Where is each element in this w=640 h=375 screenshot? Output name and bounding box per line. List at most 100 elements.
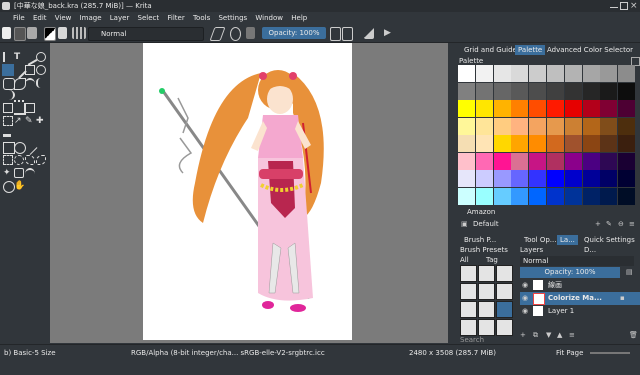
freehand-select-icon[interactable] [36, 155, 46, 165]
palette-swatch[interactable] [458, 187, 475, 205]
add-layer-icon[interactable]: + [520, 331, 526, 339]
brush-preset[interactable] [460, 319, 477, 336]
close-icon[interactable]: × [630, 2, 638, 11]
menu-filter[interactable]: Filter [167, 12, 184, 24]
lock-icon[interactable]: ▪ [620, 294, 625, 303]
minimize-icon[interactable] [610, 2, 618, 8]
palette-swatch[interactable] [511, 135, 529, 152]
tab-layers[interactable]: La... [557, 235, 578, 245]
palette-swatch[interactable] [564, 100, 582, 117]
palette-swatch[interactable] [529, 82, 547, 100]
menu-select[interactable]: Select [138, 12, 160, 24]
menu-help[interactable]: Help [291, 12, 307, 24]
tab-advanced-color-selector[interactable]: Advanced Color Selector [544, 45, 636, 55]
menu-edit[interactable]: Edit [33, 12, 47, 24]
palette-swatch[interactable] [564, 82, 582, 100]
palette-swatch[interactable] [493, 152, 511, 170]
palette-swatch[interactable] [475, 117, 493, 135]
palette-swatch[interactable] [511, 187, 529, 205]
palette-swatch[interactable] [564, 135, 582, 152]
brush-status[interactable]: b) Basic-5 Size [4, 348, 56, 358]
palette-swatch[interactable] [511, 82, 529, 100]
menu-tools[interactable]: Tools [193, 12, 210, 24]
palette-swatch[interactable] [547, 152, 564, 170]
palette-swatch[interactable] [458, 65, 475, 82]
move-layer-down-icon[interactable]: ▼ [546, 331, 551, 339]
brush-preset-selected[interactable] [496, 301, 513, 318]
palette-swatch[interactable] [547, 100, 564, 117]
zoom-select[interactable]: Fit Page [556, 348, 583, 358]
colorize-mask-icon[interactable]: ✎ [25, 116, 35, 126]
menu-settings[interactable]: Settings [218, 12, 247, 24]
calligraphy-icon[interactable] [36, 52, 46, 62]
palette-swatch[interactable] [618, 187, 636, 205]
blend-mode-dropdown[interactable]: Normal [88, 27, 204, 41]
brush-tag-select[interactable]: Tag [486, 256, 498, 264]
delete-layer-icon[interactable]: 🗑 [629, 331, 638, 339]
brush-preset[interactable] [460, 301, 477, 318]
ellipse-select-icon[interactable] [14, 155, 24, 165]
palette-swatch[interactable] [511, 170, 529, 187]
palette-set-label[interactable]: Default [473, 220, 499, 228]
visibility-eye-icon[interactable]: ◉ [522, 281, 528, 290]
brush-preset[interactable] [478, 265, 495, 282]
fg-bg-color-icon[interactable] [44, 27, 56, 41]
palette-swatch[interactable] [582, 82, 600, 100]
palette-swatch[interactable] [547, 117, 564, 135]
palette-swatch[interactable] [600, 170, 618, 187]
palette-swatch[interactable] [475, 187, 493, 205]
palette-swatch[interactable] [529, 117, 547, 135]
palette-swatch[interactable] [458, 82, 475, 100]
palette-swatch[interactable] [600, 135, 618, 152]
palette-swatch[interactable] [564, 117, 582, 135]
palette-swatch[interactable] [547, 135, 564, 152]
palette-swatch[interactable] [547, 82, 564, 100]
mirror-vertical-icon[interactable]: ▶ [384, 27, 394, 39]
palette-swatch[interactable] [458, 100, 475, 117]
pattern-selector[interactable] [27, 27, 37, 39]
layer-row[interactable]: ◉ Layer 1 [520, 305, 640, 318]
brush-preset[interactable] [478, 301, 495, 318]
wrap-mode-icon[interactable] [246, 27, 255, 39]
palette-swatch[interactable] [475, 170, 493, 187]
color-picker-icon[interactable]: ↗ [14, 116, 24, 126]
opacity-lock-icon[interactable] [330, 27, 341, 41]
freehand-path-icon[interactable] [36, 78, 48, 88]
palette-swatch[interactable] [458, 135, 475, 152]
contiguous-select-icon[interactable]: ✦ [3, 168, 13, 178]
palette-swatch[interactable] [475, 65, 493, 82]
tab-palette[interactable]: Palette [515, 45, 546, 55]
palette-swatch[interactable] [547, 65, 564, 82]
brush-filter-select[interactable]: All [460, 256, 469, 264]
brush-preset[interactable] [496, 319, 513, 336]
palette-swatch[interactable] [600, 152, 618, 170]
palette-swatch[interactable] [564, 65, 582, 82]
palette-swatch[interactable] [529, 152, 547, 170]
edit-swatch-icon[interactable]: ✎ [606, 220, 612, 228]
layer-opacity-slider[interactable]: Opacity: 100% [520, 267, 620, 278]
palette-swatch[interactable] [618, 100, 636, 117]
palette-set-icon[interactable]: ▣ [461, 220, 468, 228]
multibrush-icon[interactable] [14, 90, 24, 102]
menu-layer[interactable]: Layer [110, 12, 130, 24]
palette-swatch[interactable] [600, 65, 618, 82]
palette-swatch[interactable] [493, 187, 511, 205]
palette-swatch[interactable] [493, 65, 511, 82]
palette-swatch[interactable] [564, 187, 582, 205]
menu-file[interactable]: File [13, 12, 25, 24]
palette-swatch[interactable] [547, 187, 564, 205]
brush-presets-icon[interactable] [72, 27, 86, 39]
menu-view[interactable]: View [55, 12, 72, 24]
layer-row-selected[interactable]: ◉ Colorize Ma... ▪ [520, 292, 640, 305]
brush-preset[interactable] [496, 283, 513, 300]
palette-swatch[interactable] [618, 152, 636, 170]
bezier-select-icon[interactable] [25, 168, 35, 180]
document-page[interactable] [143, 43, 352, 340]
palette-swatch[interactable] [618, 117, 636, 135]
palette-swatch[interactable] [475, 82, 493, 100]
palette-swatch[interactable] [511, 117, 529, 135]
palette-swatch[interactable] [493, 117, 511, 135]
layer-properties-icon[interactable]: ▤ [626, 267, 633, 278]
reference-tool-icon[interactable] [22, 140, 38, 155]
maximize-icon[interactable] [620, 2, 628, 10]
